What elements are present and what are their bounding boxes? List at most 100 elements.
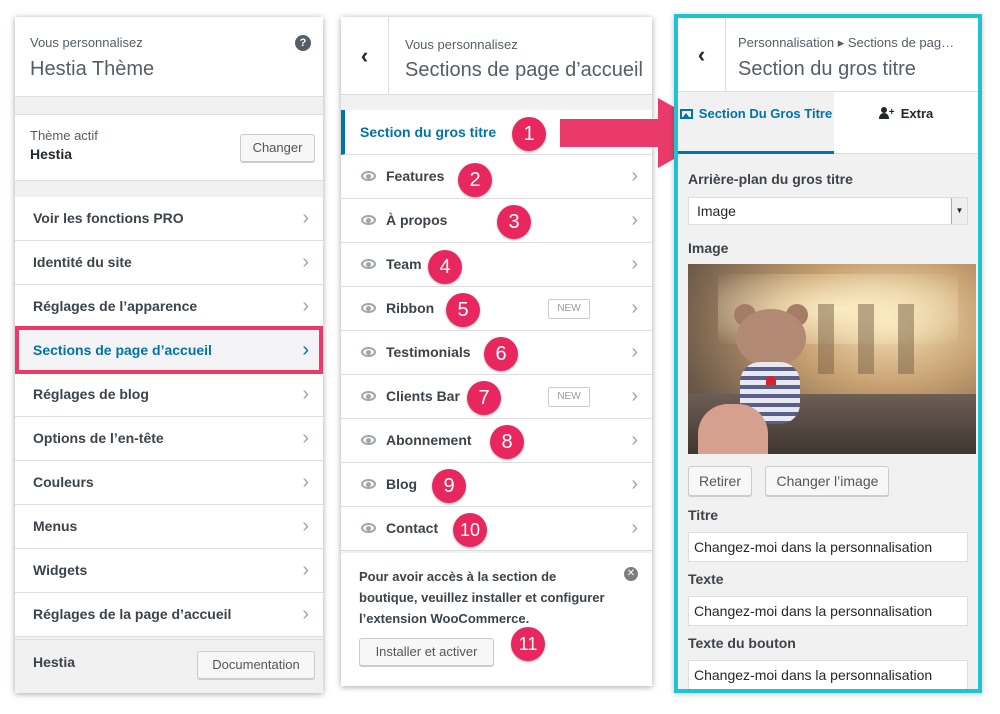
text-input[interactable]: Changez-moi dans la personnalisation	[688, 596, 968, 626]
tab-label: Section Du Gros Titre	[698, 106, 833, 121]
background-select[interactable]: Image ▼	[688, 197, 968, 225]
menu-item-label: Réglages de l’apparence	[33, 298, 198, 314]
main-menu: Voir les fonctions PRO › Identité du site…	[15, 197, 323, 637]
number-badge: 10	[453, 513, 487, 547]
chevron-right-icon: ›	[302, 251, 309, 273]
number-badge: 4	[428, 250, 462, 284]
panel-header: ‹ Vous personnalisez Sections de page d’…	[341, 17, 652, 95]
eye-icon[interactable]	[361, 259, 376, 269]
background-select-value: Image	[697, 203, 736, 219]
chevron-right-icon: ›	[302, 471, 309, 493]
menu-item-blog-settings[interactable]: Réglages de blog ›	[15, 373, 323, 417]
eye-icon[interactable]	[361, 391, 376, 401]
menu-item-homepage-settings[interactable]: Réglages de la page d’accueil ›	[15, 593, 323, 637]
menu-item-pro[interactable]: Voir les fonctions PRO ›	[15, 197, 323, 241]
menu-item-label: Identité du site	[33, 254, 132, 270]
tab-label: Extra	[900, 106, 934, 121]
woocommerce-notice-text: Pour avoir accès à la section de boutiqu…	[359, 569, 605, 626]
chevron-right-icon: ›	[631, 209, 638, 231]
tab-big-title-section[interactable]: Section Du Gros Titre	[678, 92, 834, 154]
section-item-label: Clients Bar	[386, 388, 460, 404]
menu-item-colors[interactable]: Couleurs ›	[15, 461, 323, 505]
eye-icon[interactable]	[361, 171, 376, 181]
panel-title: Sections de page d’accueil	[405, 59, 643, 81]
back-button[interactable]: ‹	[678, 18, 726, 92]
section-item-label: Section du gros titre	[360, 124, 497, 140]
dropdown-arrow-icon: ▼	[951, 198, 967, 224]
panel-subtitle: Vous personnalisez	[405, 37, 518, 52]
customizer-panel-main: Vous personnalisez Hestia Thème ? Thème …	[15, 17, 323, 693]
number-badge: 5	[446, 293, 480, 327]
section-item-ribbon[interactable]: Ribbon NEW ›	[341, 287, 652, 331]
documentation-button[interactable]: Documentation	[197, 651, 315, 679]
eye-icon[interactable]	[361, 479, 376, 489]
button-text-input[interactable]: Changez-moi dans la personnalisation	[688, 660, 968, 689]
help-icon[interactable]: ?	[295, 35, 311, 51]
number-badge: 3	[497, 205, 531, 239]
highlight-outline	[15, 326, 323, 374]
menu-item-label: Réglages de blog	[33, 386, 149, 402]
breadcrumb: Personnalisation ▸ Sections de pag…	[738, 35, 955, 50]
chevron-right-icon: ›	[302, 207, 309, 229]
section-item-team[interactable]: Team ›	[341, 243, 652, 287]
panel-header: ‹ Personnalisation ▸ Sections de pag… Se…	[678, 18, 978, 92]
section-item-blog[interactable]: Blog ›	[341, 463, 652, 507]
section-item-label: Contact	[386, 520, 439, 536]
menu-item-site-identity[interactable]: Identité du site ›	[15, 241, 323, 285]
background-label: Arrière-plan du gros titre	[688, 171, 853, 187]
image-label: Image	[688, 240, 729, 256]
chevron-right-icon: ›	[302, 383, 309, 405]
new-badge: NEW	[548, 299, 590, 319]
eye-icon[interactable]	[361, 523, 376, 533]
section-item-label: Ribbon	[386, 300, 435, 316]
menu-item-label: Menus	[33, 518, 78, 534]
text-label: Texte	[688, 571, 724, 587]
eye-icon[interactable]	[361, 435, 376, 445]
section-item-label: À propos	[386, 212, 448, 228]
section-item-label: Team	[386, 256, 422, 272]
section-settings: Arrière-plan du gros titre Image ▼ Image…	[678, 154, 978, 689]
section-item-label: Abonnement	[386, 432, 472, 448]
menu-item-menus[interactable]: Menus ›	[15, 505, 323, 549]
chevron-right-icon: ›	[631, 517, 638, 539]
section-item-contact[interactable]: Contact ›	[341, 507, 652, 551]
footer-theme-label: Hestia	[33, 654, 76, 670]
eye-icon[interactable]	[361, 215, 376, 225]
eye-icon[interactable]	[361, 347, 376, 357]
menu-item-label: Voir les fonctions PRO	[33, 210, 184, 226]
title-input[interactable]: Changez-moi dans la personnalisation	[688, 532, 968, 562]
button-text-label: Texte du bouton	[688, 635, 796, 651]
close-icon[interactable]: ✕	[624, 567, 638, 581]
change-theme-button[interactable]: Changer	[240, 134, 315, 162]
panel-title: Section du gros titre	[738, 58, 916, 80]
section-tabs: Section Du Gros Titre + Extra	[678, 92, 978, 154]
install-activate-button[interactable]: Installer et activer	[359, 638, 494, 666]
section-item-label: Testimonials	[386, 344, 471, 360]
header-image-preview	[688, 264, 976, 454]
chevron-right-icon: ›	[631, 429, 638, 451]
number-badge: 8	[490, 425, 524, 459]
section-item-label: Blog	[386, 476, 418, 492]
user-plus-icon: +	[878, 107, 895, 119]
change-image-button[interactable]: Changer l’image	[765, 466, 890, 496]
customizer-panel-big-title: ‹ Personnalisation ▸ Sections de pag… Se…	[674, 14, 982, 693]
tab-extra[interactable]: + Extra	[834, 92, 978, 154]
remove-image-button[interactable]: Retirer	[688, 466, 753, 496]
menu-item-label: Réglages de la page d’accueil	[33, 606, 232, 622]
image-icon	[679, 109, 693, 119]
menu-item-appearance[interactable]: Réglages de l’apparence ›	[15, 285, 323, 329]
panel-footer: Hestia Documentation	[15, 639, 323, 693]
panel-title: Hestia Thème	[30, 58, 155, 80]
woocommerce-notice: Pour avoir accès à la section de boutiqu…	[341, 553, 652, 686]
number-badge: 11	[511, 627, 545, 661]
section-item-label: Features	[386, 168, 445, 184]
panel-subtitle: Vous personnalisez	[30, 35, 143, 50]
back-button[interactable]: ‹	[341, 17, 389, 95]
panel-header: Vous personnalisez Hestia Thème ?	[15, 17, 323, 97]
menu-item-header-options[interactable]: Options de l’en-tête ›	[15, 417, 323, 461]
chevron-right-icon: ›	[302, 603, 309, 625]
chevron-right-icon: ›	[631, 341, 638, 363]
menu-item-widgets[interactable]: Widgets ›	[15, 549, 323, 593]
number-badge: 1	[512, 117, 546, 151]
eye-icon[interactable]	[361, 303, 376, 313]
